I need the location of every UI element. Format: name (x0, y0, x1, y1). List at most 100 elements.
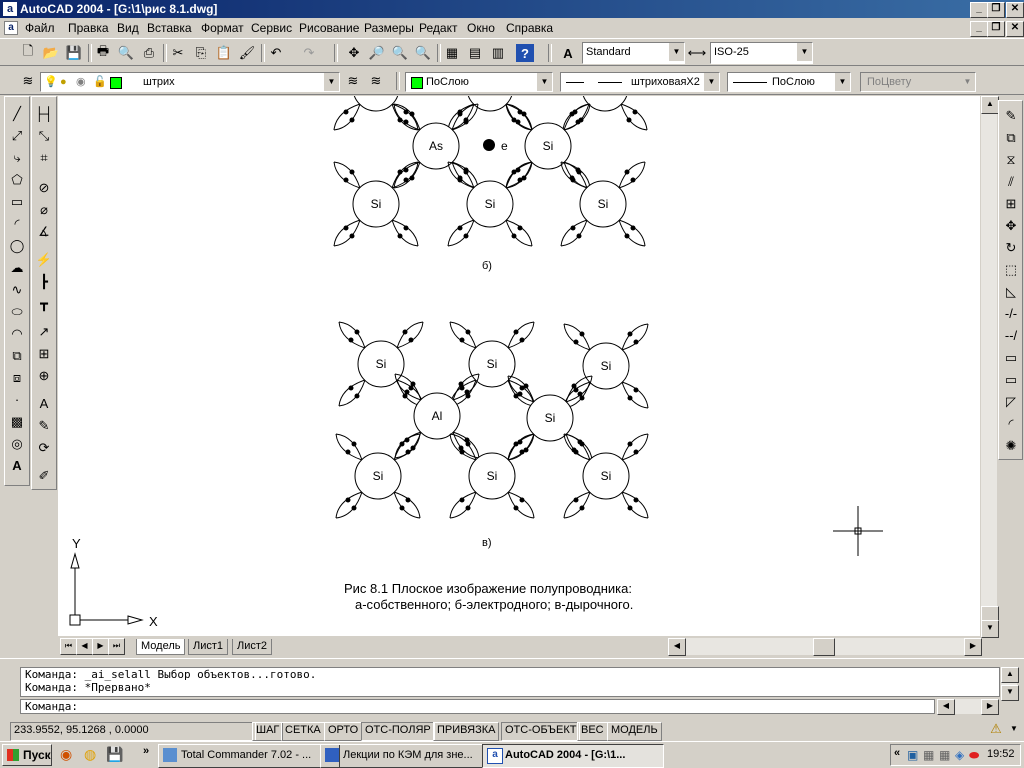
network2-icon[interactable]: ▦ (939, 748, 950, 762)
mirror-icon[interactable]: ⧖ (1000, 149, 1022, 170)
hscroll-thumb[interactable] (813, 638, 835, 656)
status-menu-chevron-icon[interactable]: ▼ (1010, 724, 1018, 733)
print-icon[interactable]: 🖶 (92, 42, 114, 64)
stretch-icon[interactable]: ◺ (1000, 281, 1022, 302)
zoom-realtime-icon[interactable]: 🔎 (366, 42, 388, 64)
lineweight-select[interactable]: ПоСлою ▼ (727, 72, 851, 92)
erase-icon[interactable]: ✎ (1000, 105, 1022, 126)
lineweight-toggle[interactable]: ВЕС (577, 722, 608, 741)
close-button[interactable]: ✕ (1006, 2, 1024, 18)
scroll-down-icon[interactable]: ▼ (981, 620, 999, 638)
snap-toggle[interactable]: ШАГ (252, 722, 284, 741)
scroll-left-icon[interactable]: ◀ (668, 638, 686, 656)
scroll-down-icon[interactable]: ▼ (1001, 685, 1019, 701)
minimize-button[interactable]: _ (970, 2, 988, 18)
offset-icon[interactable]: ⫽ (1000, 171, 1022, 192)
make-current-layer-icon[interactable]: ≋ (342, 70, 364, 92)
continue-dimension-icon[interactable]: ┳ (33, 293, 55, 314)
copy-object-icon[interactable]: ⧉ (1000, 127, 1022, 148)
command-scrollbar[interactable]: ▲ ▼ (1001, 667, 1019, 701)
layer-manager-icon[interactable]: ≋ (17, 70, 39, 92)
vertical-scrollbar[interactable]: ▲ ▼ (981, 96, 999, 638)
prev-tab-icon[interactable]: ◀ (76, 638, 93, 655)
paste-icon[interactable]: 📋 (213, 42, 235, 64)
point-icon[interactable]: · (6, 389, 28, 410)
new-icon[interactable]: 🗋 (17, 42, 39, 64)
ellipse-icon[interactable]: ⬭ (6, 301, 28, 322)
menu-view[interactable]: Вид (117, 21, 139, 35)
task-word-document[interactable]: Лекции по КЭМ для зне... (320, 744, 502, 768)
text-style-select[interactable]: Standard ▼ (582, 42, 685, 64)
polar-toggle[interactable]: ОТС-ПОЛЯР (361, 722, 435, 741)
baseline-dimension-icon[interactable]: ┣ (33, 271, 55, 292)
app-quicklaunch-icon[interactable]: ◍ (84, 746, 96, 763)
diameter-dimension-icon[interactable]: ⌀ (33, 199, 55, 220)
move-icon[interactable]: ✥ (1000, 215, 1022, 236)
dimension-update-icon[interactable]: ⟳ (33, 437, 55, 458)
insert-block-icon[interactable]: ⧉ (6, 345, 28, 366)
command-hscrollbar[interactable]: ◀ ▶ (937, 699, 999, 715)
menu-window[interactable]: Окно (467, 21, 495, 35)
scroll-right-icon[interactable]: ▶ (964, 638, 982, 656)
start-button[interactable]: Пуск (2, 744, 52, 766)
center-mark-icon[interactable]: ⊕ (33, 365, 55, 386)
trim-icon[interactable]: -/- (1000, 303, 1022, 324)
menu-edit[interactable]: Правка (68, 21, 109, 35)
tab-layout2[interactable]: Лист2 (232, 639, 273, 655)
model-toggle[interactable]: МОДЕЛЬ (607, 722, 662, 741)
scale-icon[interactable]: ⬚ (1000, 259, 1022, 280)
scroll-left-icon[interactable]: ◀ (937, 699, 955, 715)
next-tab-icon[interactable]: ▶ (92, 638, 109, 655)
extend-icon[interactable]: --/ (1000, 325, 1022, 346)
angular-dimension-icon[interactable]: ∡ (33, 221, 55, 242)
tray-app-icon[interactable]: ▣ (907, 748, 918, 762)
construction-line-icon[interactable]: ⤢ (6, 125, 28, 146)
doc-close-button[interactable]: ✕ (1006, 21, 1024, 37)
preview-icon[interactable]: 🔍 (115, 42, 137, 64)
arc-icon[interactable]: ◜ (6, 213, 28, 234)
floppy-quicklaunch-icon[interactable]: 💾 (106, 746, 123, 763)
dim-style-icon[interactable]: ⟷ (686, 42, 708, 64)
last-tab-icon[interactable]: ⏭ (108, 638, 125, 655)
horizontal-scrollbar[interactable]: ◀ ▶ (668, 638, 982, 656)
line-icon[interactable]: ╱ (6, 103, 28, 124)
quicklaunch-more-icon[interactable]: » (143, 745, 149, 757)
task-total-commander[interactable]: Total Commander 7.02 - ... (158, 744, 340, 768)
radius-dimension-icon[interactable]: ⊘ (33, 177, 55, 198)
ellipse-arc-icon[interactable]: ◠ (6, 323, 28, 344)
redo-icon[interactable]: ↷ (298, 42, 320, 64)
design-center-icon[interactable]: ▤ (464, 42, 486, 64)
browser-quicklaunch-icon[interactable]: ◉ (60, 746, 72, 763)
linetype-select[interactable]: штриховаяX2 ▼ (560, 72, 720, 92)
menu-insert[interactable]: Вставка (147, 21, 192, 35)
rectangle-icon[interactable]: ▭ (6, 191, 28, 212)
document-icon[interactable]: a (4, 21, 18, 35)
dimension-edit-icon[interactable]: A (33, 393, 55, 414)
text-style-icon[interactable]: A (557, 42, 579, 64)
command-input[interactable]: Команда: (20, 699, 935, 714)
undo-icon[interactable]: ↶ (265, 42, 287, 64)
tolerance-icon[interactable]: ⊞ (33, 343, 55, 364)
pan-icon[interactable]: ✥ (343, 42, 365, 64)
save-icon[interactable]: 💾 (63, 42, 85, 64)
explode-icon[interactable]: ✺ (1000, 435, 1022, 456)
polygon-icon[interactable]: ⬠ (6, 169, 28, 190)
hatch-icon[interactable]: ▩ (6, 411, 28, 432)
tray-expand-icon[interactable]: « (894, 747, 900, 759)
copy-icon[interactable]: ⎘ (190, 42, 212, 64)
menu-tools[interactable]: Сервис (251, 21, 292, 35)
osnap-toggle[interactable]: ПРИВЯЗКА (433, 722, 500, 741)
linear-dimension-icon[interactable]: ├┤ (33, 103, 55, 124)
dimension-text-edit-icon[interactable]: ✎ (33, 415, 55, 436)
tool-palettes-icon[interactable]: ▥ (487, 42, 509, 64)
menu-modify[interactable]: Редакт (419, 21, 457, 35)
quick-dimension-icon[interactable]: ⚡ (33, 249, 55, 270)
network-icon[interactable]: ▦ (923, 748, 934, 762)
menu-dimension[interactable]: Размеры (364, 21, 414, 35)
doc-minimize-button[interactable]: _ (970, 21, 988, 37)
properties-icon[interactable]: ▦ (441, 42, 463, 64)
scroll-right-icon[interactable]: ▶ (981, 699, 999, 715)
task-autocad[interactable]: a AutoCAD 2004 - [G:\1... (482, 744, 664, 768)
comm-center-icon[interactable]: ⚠ (985, 721, 1007, 739)
scroll-up-icon[interactable]: ▲ (981, 96, 999, 114)
